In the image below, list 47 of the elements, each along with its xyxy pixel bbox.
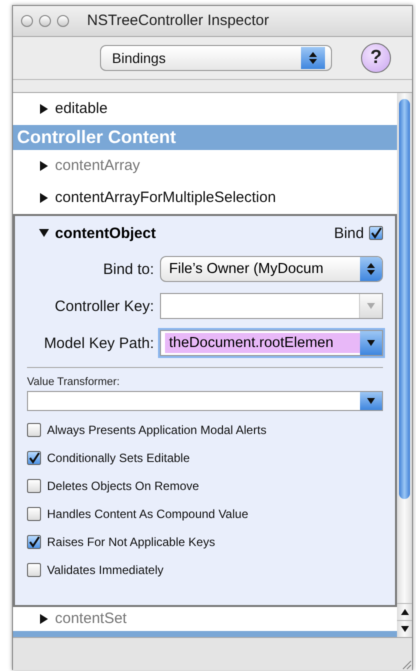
dropdown-arrow-icon (367, 398, 375, 404)
checkbox[interactable] (369, 226, 383, 240)
section-header: Controller Content (13, 124, 397, 150)
option-label: Conditionally Sets Editable (47, 450, 190, 465)
binding-name[interactable]: contentArray (55, 157, 140, 174)
dropdown-arrow-icon (367, 340, 375, 346)
field-label: Bind to: (102, 260, 155, 278)
disclosure-triangle-icon[interactable] (39, 192, 49, 203)
field-label: Model Key Path: (42, 334, 155, 352)
option-label: Handles Content As Compound Value (47, 506, 248, 521)
resize-grip-icon[interactable] (400, 658, 412, 670)
checkbox[interactable] (27, 534, 41, 549)
value-transformer-combo[interactable] (27, 390, 383, 411)
checkbox[interactable] (27, 422, 41, 437)
bind-label: Bind (334, 224, 364, 242)
binding-name[interactable]: contentArrayForMultipleSelection (55, 189, 276, 206)
checkbox[interactable] (27, 562, 41, 577)
disclosure-triangle-icon[interactable] (39, 104, 49, 114)
bind-to-popup[interactable]: File’s Owner (MyDocum (160, 256, 383, 282)
inspector-popup[interactable]: Bindings (100, 44, 332, 71)
disclosure-triangle-icon[interactable] (39, 614, 49, 624)
scroll-up-icon[interactable] (400, 609, 408, 616)
binding-name: contentObject (55, 224, 156, 242)
stepper-arrows-icon (309, 52, 317, 64)
disclosure-triangle-icon[interactable] (39, 160, 49, 171)
option-label: Deletes Objects On Remove (47, 478, 200, 493)
field-label: Controller Key: (54, 298, 155, 315)
scroll-down-icon[interactable] (400, 626, 408, 632)
disclosure-triangle-icon[interactable] (39, 228, 49, 238)
close-button[interactable] (21, 14, 33, 27)
minimize-button[interactable] (39, 14, 51, 27)
stepper-arrows-icon (367, 263, 375, 276)
option-label: Validates Immediately (47, 562, 164, 577)
checkbox[interactable] (27, 478, 41, 493)
field-label: Value Transformer: (27, 376, 121, 388)
checkbox[interactable] (27, 450, 41, 465)
binding-name[interactable]: editable (55, 100, 108, 118)
option-label: Always Presents Application Modal Alerts (47, 422, 266, 437)
binding-name[interactable]: contentSet (55, 610, 127, 628)
dropdown-arrow-icon (367, 303, 375, 310)
help-button[interactable]: ? (361, 42, 391, 73)
combo-box[interactable]: theDocument.rootElemen (160, 330, 383, 356)
window-title: NSTreeController Inspector (87, 12, 270, 30)
option-label: Raises For Not Applicable Keys (47, 534, 216, 549)
zoom-button[interactable] (57, 14, 69, 27)
scrollbar[interactable] (397, 92, 412, 638)
checkbox[interactable] (27, 506, 41, 521)
